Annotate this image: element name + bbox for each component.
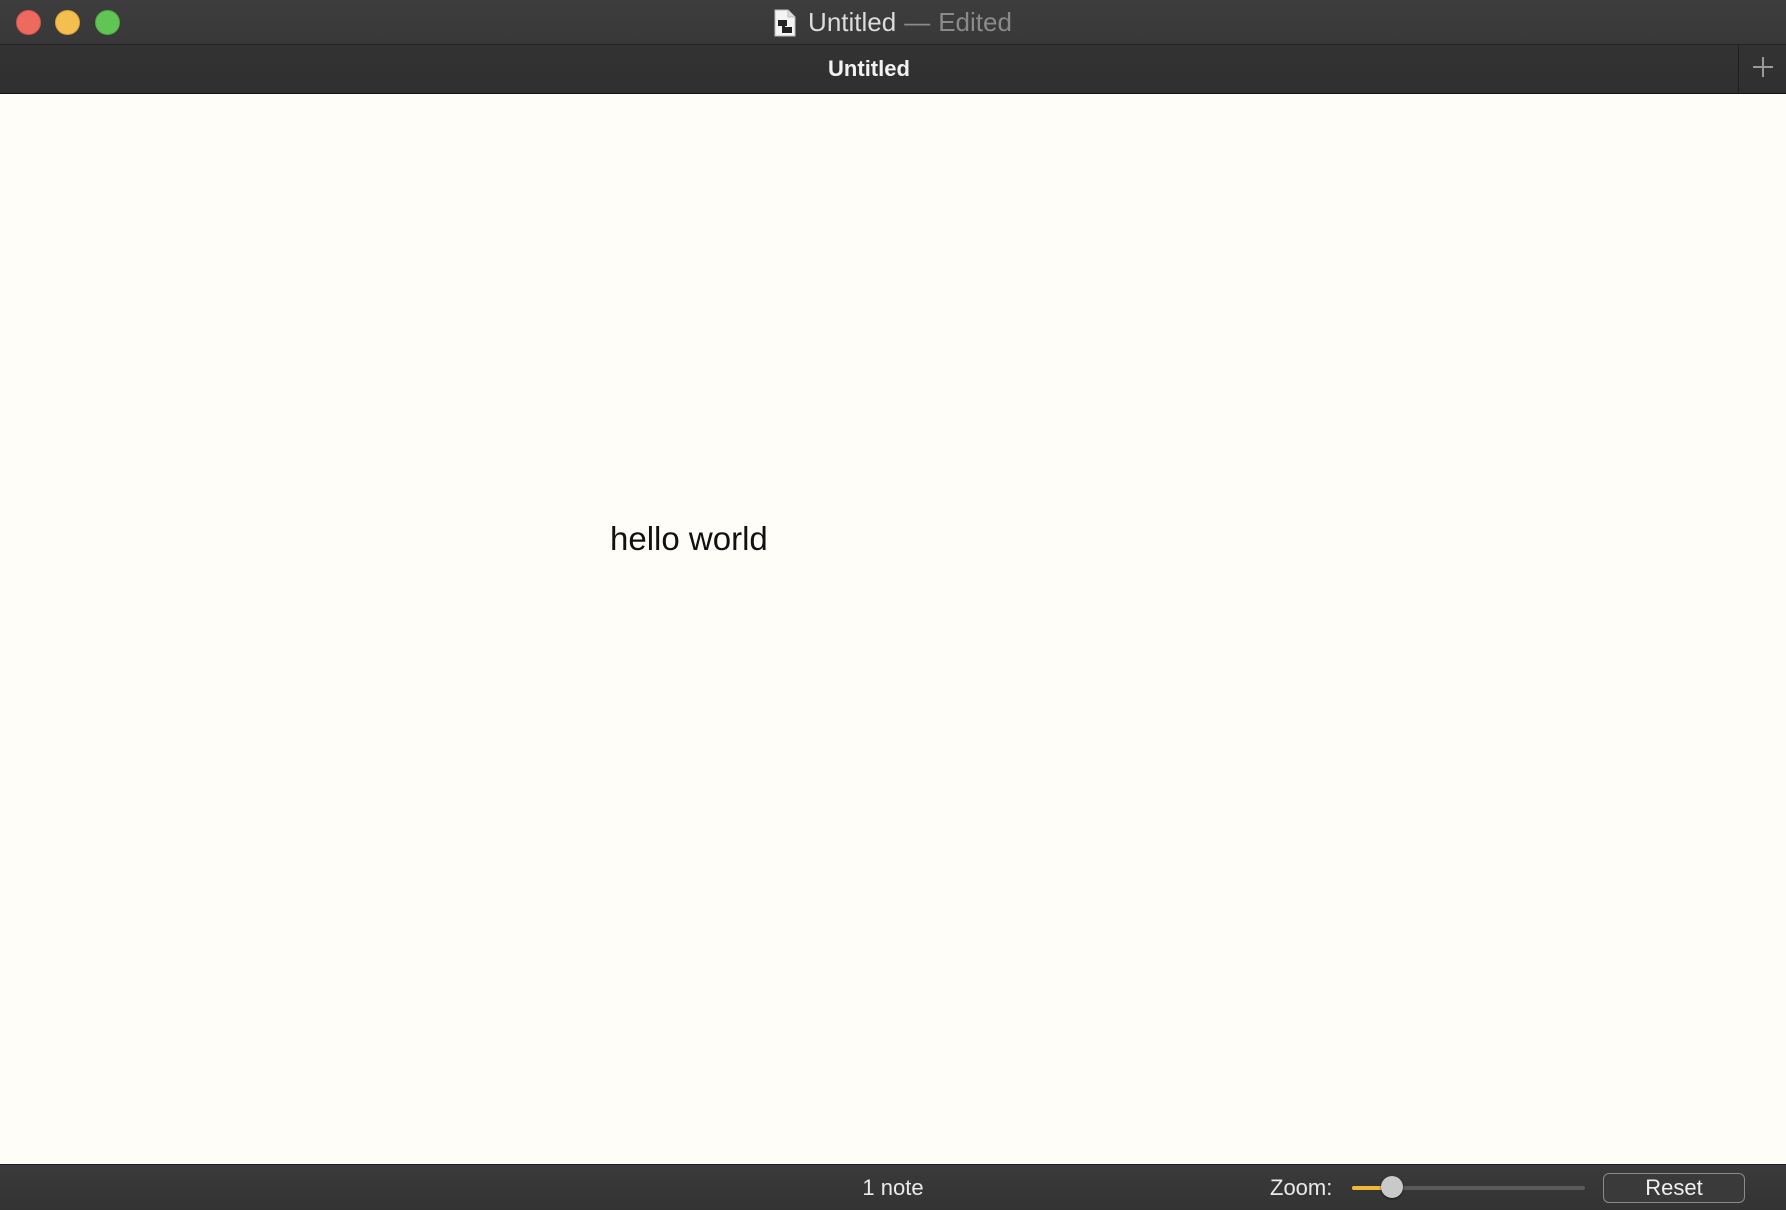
app-window: Untitled — Edited Untitled hello world 1… — [0, 0, 1786, 1210]
note[interactable]: hello world — [610, 520, 768, 558]
zoom-label: Zoom: — [1270, 1174, 1333, 1200]
zoom-slider-knob[interactable] — [1381, 1176, 1403, 1198]
plus-icon — [1752, 56, 1774, 83]
reset-zoom-button[interactable]: Reset — [1603, 1173, 1745, 1203]
zoom-slider[interactable] — [1352, 1176, 1585, 1200]
title-separator: — — [904, 7, 931, 37]
title-bar[interactable]: Untitled — Edited — [0, 0, 1786, 45]
edited-status: Edited — [938, 7, 1012, 37]
window-title: Untitled — Edited — [0, 0, 1786, 45]
note-canvas[interactable]: hello world — [0, 94, 1786, 1164]
tab-bar: Untitled — [0, 45, 1786, 94]
new-tab-button[interactable] — [1738, 45, 1786, 93]
status-bar: 1 note Zoom: Reset — [0, 1164, 1786, 1210]
document-icon[interactable] — [774, 9, 796, 37]
tab-label: Untitled — [828, 56, 910, 81]
tab-untitled[interactable]: Untitled — [0, 45, 1738, 93]
document-title: Untitled — [808, 7, 897, 37]
